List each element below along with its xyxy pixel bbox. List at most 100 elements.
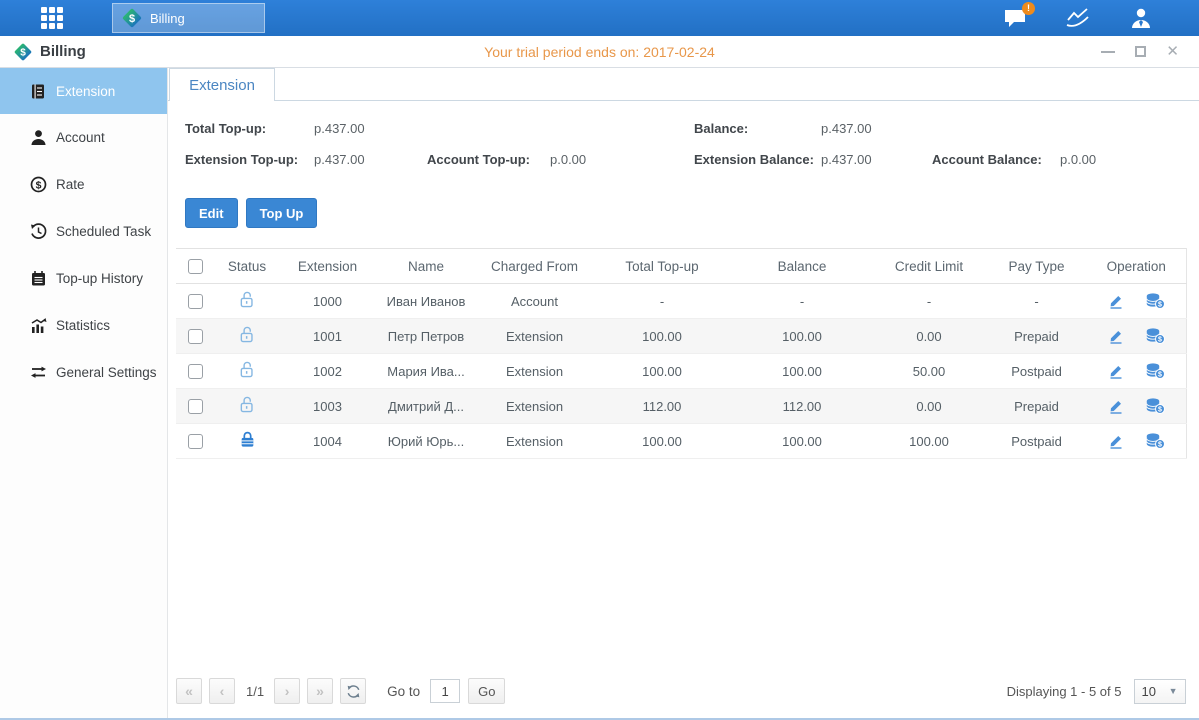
cell-total-topup: 100.00 — [592, 354, 732, 389]
cell-extension: 1001 — [280, 319, 375, 354]
page-size-select[interactable]: 10 ▼ — [1134, 679, 1186, 704]
sidebar-item-statistics[interactable]: Statistics — [0, 302, 167, 349]
cell-pay-type: Prepaid — [986, 319, 1087, 354]
topup-coins-icon[interactable]: $ — [1146, 398, 1165, 414]
topup-coins-icon[interactable]: $ — [1146, 433, 1165, 449]
topup-coins-icon[interactable]: $ — [1146, 293, 1165, 309]
row-checkbox[interactable] — [188, 399, 203, 414]
account-menu-button[interactable] — [1129, 7, 1153, 29]
cell-pay-type: Prepaid — [986, 389, 1087, 424]
edit-pencil-icon[interactable] — [1108, 433, 1124, 449]
goto-page-input[interactable] — [430, 679, 460, 703]
sidebar-item-account[interactable]: Account — [0, 114, 167, 161]
row-checkbox[interactable] — [188, 434, 203, 449]
balance-value: p.437.00 — [821, 121, 872, 136]
billing-diamond-icon: $ — [121, 7, 143, 29]
edit-pencil-icon[interactable] — [1108, 398, 1124, 414]
table-row: 1004 Юрий Юрь... Extension 100.00 100.00… — [176, 424, 1186, 459]
sidebar-item-general-settings[interactable]: General Settings — [0, 349, 167, 396]
topup-coins-icon[interactable]: $ — [1146, 328, 1165, 344]
row-checkbox[interactable] — [188, 364, 203, 379]
person-icon — [30, 129, 47, 146]
cell-charged-from: Account — [477, 284, 592, 319]
extension-topup-label: Extension Top-up: — [185, 152, 298, 167]
cell-pay-type: - — [986, 284, 1087, 319]
table-row: 1001 Петр Петров Extension 100.00 100.00… — [176, 319, 1186, 354]
unlocked-icon — [240, 326, 255, 343]
svg-text:$: $ — [1158, 302, 1162, 309]
first-page-button[interactable]: « — [176, 678, 202, 704]
page-indicator: 1/1 — [246, 684, 264, 699]
svg-text:$: $ — [36, 179, 42, 191]
cell-balance: 100.00 — [732, 424, 872, 459]
app-launcher-button[interactable] — [28, 4, 76, 32]
ledger-icon — [30, 83, 47, 100]
last-page-button[interactable]: » — [307, 678, 333, 704]
main-content: Extension Total Top-up: p.437.00 Balance… — [168, 68, 1199, 718]
balance-summary: Total Top-up: p.437.00 Balance: p.437.00… — [168, 117, 1199, 181]
cell-name: Дмитрий Д... — [375, 389, 477, 424]
row-checkbox[interactable] — [188, 329, 203, 344]
resource-monitor-button[interactable] — [1065, 7, 1091, 29]
table-row: 1000 Иван Иванов Account - - - - $ — [176, 284, 1186, 319]
maximize-button[interactable] — [1135, 46, 1146, 57]
tab-extension[interactable]: Extension — [169, 68, 275, 101]
edit-button[interactable]: Edit — [185, 198, 238, 228]
row-checkbox[interactable] — [188, 294, 203, 309]
minimize-icon — [1101, 51, 1115, 53]
taskbar-tab-billing[interactable]: $ Billing — [112, 3, 265, 33]
cell-charged-from: Extension — [477, 389, 592, 424]
col-status: Status — [214, 249, 280, 284]
refresh-button[interactable] — [340, 678, 366, 704]
sidebar-item-rate[interactable]: $ Rate — [0, 161, 167, 208]
cell-charged-from: Extension — [477, 319, 592, 354]
sidebar-item-label: Statistics — [56, 318, 110, 333]
cell-extension: 1000 — [280, 284, 375, 319]
edit-pencil-icon[interactable] — [1108, 293, 1124, 309]
cell-pay-type: Postpaid — [986, 354, 1087, 389]
cell-extension: 1002 — [280, 354, 375, 389]
dollar-circle-icon: $ — [30, 176, 47, 193]
displaying-text: Displaying 1 - 5 of 5 — [1007, 684, 1122, 699]
close-button[interactable]: ✕ — [1166, 46, 1179, 57]
balance-label: Balance: — [694, 121, 748, 136]
sidebar-item-label: Rate — [56, 177, 85, 192]
top-up-button[interactable]: Top Up — [246, 198, 318, 228]
minimize-button[interactable] — [1101, 51, 1115, 53]
account-topup-value: p.0.00 — [550, 152, 586, 167]
messages-button[interactable]: ! — [1003, 8, 1027, 29]
maximize-icon — [1135, 46, 1146, 57]
pagination-bar: « ‹ 1/1 › » Go to Go Displaying 1 - 5 of… — [168, 672, 1199, 718]
taskbar: $ Billing ! — [0, 0, 1199, 36]
sidebar-item-extension[interactable]: Extension — [0, 68, 167, 114]
unlocked-icon — [240, 291, 255, 308]
cell-credit-limit: 50.00 — [872, 354, 986, 389]
col-balance: Balance — [732, 249, 872, 284]
svg-text:$: $ — [1158, 442, 1162, 449]
prev-page-button[interactable]: ‹ — [209, 678, 235, 704]
cell-name: Мария Ива... — [375, 354, 477, 389]
svg-text:$: $ — [1158, 407, 1162, 414]
sidebar-item-topup-history[interactable]: Top-up History — [0, 255, 167, 302]
line-chart-icon — [1065, 7, 1091, 29]
chevron-down-icon: ▼ — [1169, 686, 1178, 696]
sidebar: Extension Account $ Rate Scheduled Task … — [0, 68, 168, 718]
cell-total-topup: - — [592, 284, 732, 319]
edit-pencil-icon[interactable] — [1108, 363, 1124, 379]
col-name: Name — [375, 249, 477, 284]
cell-pay-type: Postpaid — [986, 424, 1087, 459]
total-topup-label: Total Top-up: — [185, 121, 266, 136]
cell-balance: 100.00 — [732, 319, 872, 354]
go-button[interactable]: Go — [468, 678, 505, 704]
sidebar-item-scheduled-task[interactable]: Scheduled Task — [0, 208, 167, 255]
extension-balance-value: p.437.00 — [821, 152, 872, 167]
sidebar-item-label: Top-up History — [56, 271, 143, 286]
edit-pencil-icon[interactable] — [1108, 328, 1124, 344]
next-page-button[interactable]: › — [274, 678, 300, 704]
col-pay-type: Pay Type — [986, 249, 1087, 284]
sidebar-item-label: Extension — [56, 84, 115, 99]
topup-coins-icon[interactable]: $ — [1146, 363, 1165, 379]
history-clock-icon — [30, 223, 47, 240]
col-charged-from: Charged From — [477, 249, 592, 284]
select-all-checkbox[interactable] — [188, 259, 203, 274]
